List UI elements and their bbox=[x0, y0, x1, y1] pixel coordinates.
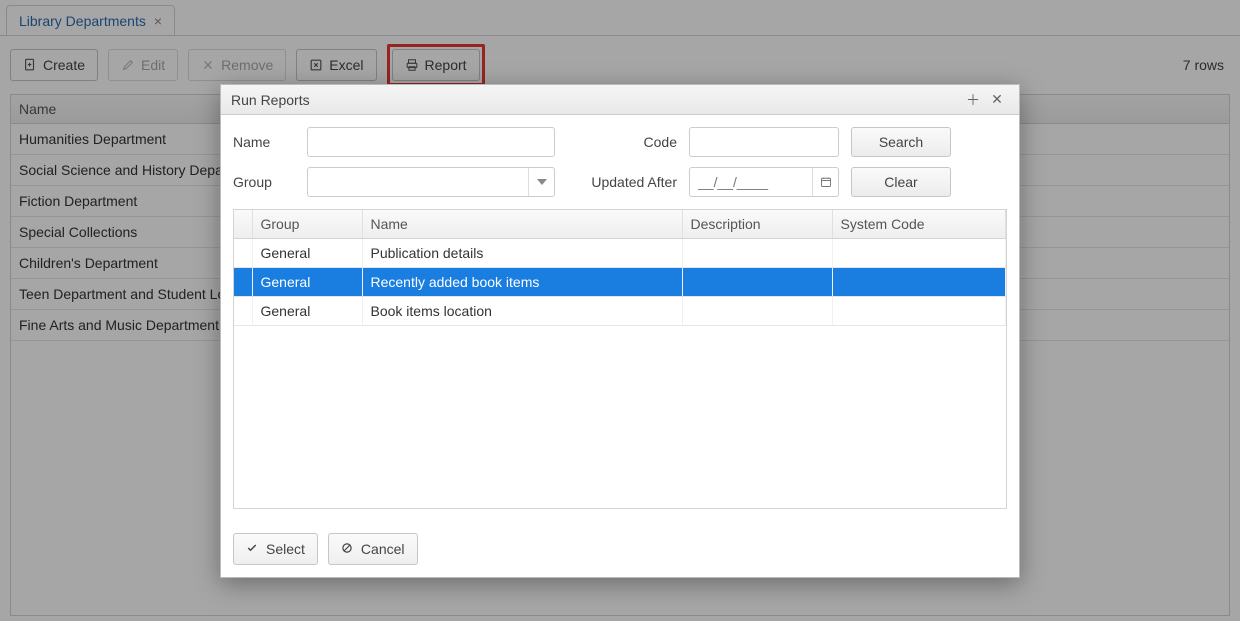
column-header-handle bbox=[234, 210, 252, 239]
dialog-titlebar[interactable]: Run Reports ＋ ✕ bbox=[221, 85, 1019, 115]
run-reports-dialog: Run Reports ＋ ✕ Name Code Search Group U… bbox=[220, 84, 1020, 578]
column-header-group[interactable]: Group bbox=[252, 210, 362, 239]
cell-code bbox=[832, 239, 1006, 268]
expand-icon[interactable]: ＋ bbox=[961, 90, 985, 110]
cell-desc bbox=[682, 239, 832, 268]
column-header-system-code[interactable]: System Code bbox=[832, 210, 1006, 239]
select-button[interactable]: Select bbox=[233, 533, 318, 565]
name-input[interactable] bbox=[307, 127, 555, 157]
group-label: Group bbox=[233, 174, 295, 190]
code-label: Code bbox=[567, 134, 677, 150]
button-label: Select bbox=[266, 541, 305, 557]
cancel-button[interactable]: Cancel bbox=[328, 533, 418, 565]
chevron-down-icon[interactable] bbox=[528, 168, 554, 196]
cell-name: Recently added book items bbox=[362, 268, 682, 297]
check-icon bbox=[246, 542, 260, 556]
cell-handle bbox=[234, 239, 252, 268]
reports-grid: Group Name Description System Code Gener… bbox=[233, 209, 1007, 509]
cell-desc bbox=[682, 297, 832, 326]
button-label: Cancel bbox=[361, 541, 405, 557]
cell-code bbox=[832, 268, 1006, 297]
cell-name: Book items location bbox=[362, 297, 682, 326]
cell-group: General bbox=[252, 268, 362, 297]
code-input[interactable] bbox=[689, 127, 839, 157]
close-icon[interactable]: ✕ bbox=[985, 91, 1009, 108]
search-button[interactable]: Search bbox=[851, 127, 951, 157]
cell-name: Publication details bbox=[362, 239, 682, 268]
table-row[interactable]: GeneralPublication details bbox=[234, 239, 1006, 268]
calendar-icon[interactable] bbox=[812, 168, 838, 196]
updated-after-label: Updated After bbox=[567, 174, 677, 190]
cell-desc bbox=[682, 268, 832, 297]
table-row[interactable]: GeneralRecently added book items bbox=[234, 268, 1006, 297]
name-label: Name bbox=[233, 134, 295, 150]
group-select-input[interactable] bbox=[307, 167, 555, 197]
clear-button[interactable]: Clear bbox=[851, 167, 951, 197]
filter-form: Name Code Search Group Updated After Cle… bbox=[233, 127, 1007, 197]
cell-handle bbox=[234, 297, 252, 326]
cell-group: General bbox=[252, 297, 362, 326]
column-header-name[interactable]: Name bbox=[362, 210, 682, 239]
column-header-description[interactable]: Description bbox=[682, 210, 832, 239]
cell-code bbox=[832, 297, 1006, 326]
updated-after-input[interactable] bbox=[689, 167, 839, 197]
prohibit-icon bbox=[341, 542, 355, 556]
cell-group: General bbox=[252, 239, 362, 268]
dialog-title: Run Reports bbox=[231, 92, 961, 108]
dialog-footer: Select Cancel bbox=[221, 521, 1019, 577]
group-select[interactable] bbox=[307, 167, 555, 197]
table-row[interactable]: GeneralBook items location bbox=[234, 297, 1006, 326]
cell-handle bbox=[234, 268, 252, 297]
